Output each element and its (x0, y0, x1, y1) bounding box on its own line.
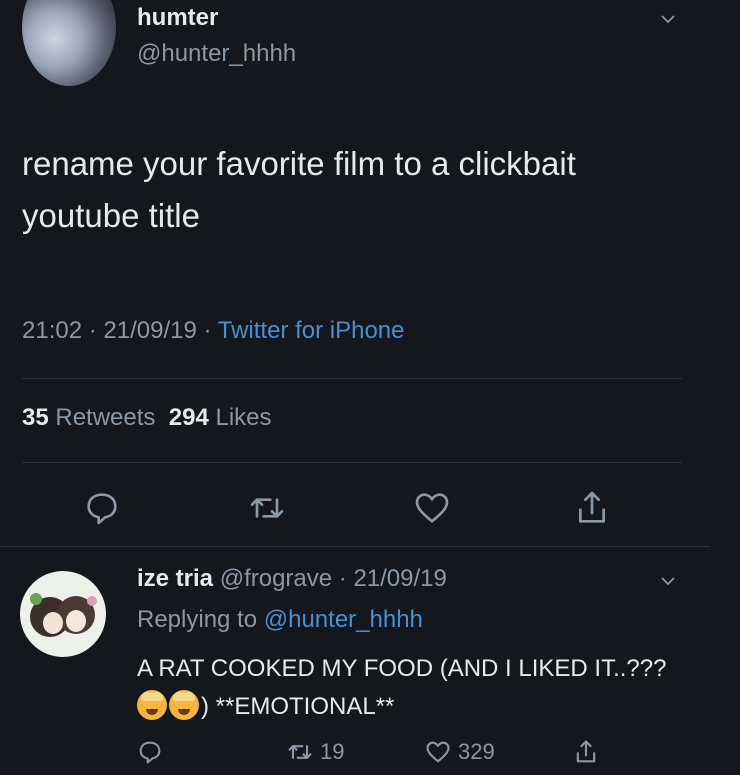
reply-button[interactable] (136, 734, 170, 770)
reply-retweet-count: 19 (320, 739, 345, 764)
like-icon (426, 741, 450, 763)
replying-handle-link[interactable]: @hunter_hhhh (264, 606, 423, 633)
tweet-time: 21:02 (22, 317, 83, 344)
like-stat[interactable]: 294 Likes (169, 404, 272, 431)
replying-to: Replying to @hunter_hhhh (137, 606, 423, 634)
reply-header: ize tria @frograve · 21/09/19 (137, 565, 447, 592)
retweet-count: 35 (22, 404, 49, 431)
tweet-stats: 35 Retweets 294 Likes (22, 404, 272, 432)
like-button[interactable]: 329 (424, 734, 495, 770)
tweet-date: 21/09/19 (103, 317, 197, 344)
retweet-button[interactable]: 19 (286, 734, 344, 770)
retweet-icon[interactable] (247, 488, 287, 528)
replying-label: Replying to (137, 606, 258, 633)
reply-text-part1: A RAT COOKED MY FOOD (AND I LIKED IT..??… (137, 655, 667, 682)
reply-icon (139, 741, 161, 764)
divider (0, 546, 710, 547)
like-icon[interactable] (412, 488, 452, 528)
tweet-text: rename your favorite film to a clickbait… (22, 145, 576, 234)
share-button[interactable] (572, 734, 606, 770)
display-name[interactable]: humter (137, 4, 218, 32)
reply-date[interactable]: 21/09/19 (353, 565, 446, 592)
like-label: Likes (215, 404, 272, 431)
retweet-icon (288, 745, 312, 759)
reply-like-count: 329 (458, 739, 495, 764)
divider (22, 378, 682, 379)
reply-avatar[interactable] (20, 571, 106, 657)
tweet-source-link[interactable]: Twitter for iPhone (218, 317, 405, 344)
tweet-meta: 21:02 · 21/09/19 · Twitter for iPhone (22, 317, 405, 344)
exploding-head-emoji-icon (169, 690, 199, 720)
reply-display-name[interactable]: ize tria (137, 565, 213, 592)
share-icon[interactable] (572, 488, 612, 528)
reply-text-part2: ) **EMOTIONAL** (201, 693, 395, 720)
like-count: 294 (168, 404, 209, 431)
retweet-stat[interactable]: 35 Retweets (22, 404, 155, 431)
user-handle[interactable]: @hunter_hhhh (137, 40, 296, 68)
exploding-head-emoji-icon (137, 690, 167, 720)
chevron-down-icon[interactable] (660, 11, 676, 27)
share-icon (576, 740, 596, 763)
divider (22, 462, 682, 463)
reply-icon[interactable] (82, 488, 122, 528)
reply-handle[interactable]: @frograve (220, 565, 332, 592)
reply-text: A RAT COOKED MY FOOD (AND I LIKED IT..??… (137, 650, 697, 726)
retweet-label: Retweets (55, 404, 156, 431)
avatar[interactable] (22, 0, 116, 86)
chevron-down-icon[interactable] (660, 573, 676, 589)
